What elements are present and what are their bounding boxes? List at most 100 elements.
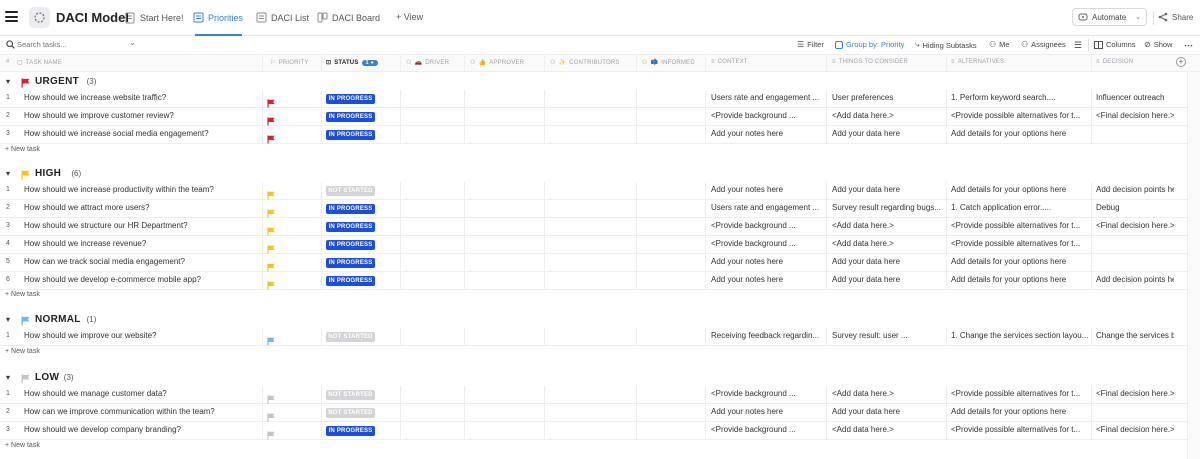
alternatives-cell[interactable]: <Provide possible alternatives for t... [951, 425, 1088, 434]
things-cell[interactable]: User preferences [832, 93, 944, 102]
things-cell[interactable]: <Add data here.> [832, 425, 944, 434]
decision-cell[interactable]: Add decision points here [1096, 185, 1174, 194]
add-view-button[interactable]: + View [396, 12, 423, 22]
col-driver[interactable]: ⚇ 🚗 DRIVER [406, 59, 449, 67]
automate-button[interactable]: Automate ⌄ [1072, 8, 1147, 26]
group-by-button[interactable]: Group by: Priority [835, 40, 904, 49]
decision-cell[interactable]: Influencer outreach [1096, 93, 1174, 102]
tab-daci-list[interactable]: DACI List [256, 12, 309, 23]
context-cell[interactable]: Receiving feedback regardin... [711, 331, 823, 340]
task-row[interactable]: 1 How should we manage customer data? NOT … [0, 386, 1200, 404]
col-approver[interactable]: ⚇ 👍 APPROVER [470, 59, 524, 67]
chevron-down-icon[interactable]: ⌄ [129, 38, 136, 47]
task-row[interactable]: 2 How should we attract more users? IN PRO… [0, 200, 1200, 218]
task-row[interactable]: 2 How should we improve customer review? I… [0, 108, 1200, 126]
caret-down-icon[interactable]: ▾ [6, 77, 10, 86]
decision-cell[interactable]: Add decision points here [1096, 275, 1174, 284]
menu-icon[interactable] [5, 11, 18, 22]
alternatives-cell[interactable]: Add details for your options here [951, 185, 1088, 194]
decision-cell[interactable]: Change the services block [1096, 331, 1174, 340]
task-name[interactable]: How should we structure our HR Departmen… [24, 221, 188, 230]
tab-daci-board[interactable]: DACI Board [317, 12, 380, 23]
decision-cell[interactable]: <Final decision here.> [1096, 389, 1174, 398]
context-cell[interactable]: Add your notes here [711, 257, 823, 266]
task-name[interactable]: How can we track social media engagement… [24, 257, 185, 266]
alternatives-cell[interactable]: <Provide possible alternatives for t... [951, 111, 1088, 120]
tab-priorities[interactable]: Priorities [193, 12, 243, 23]
col-divider[interactable] [946, 55, 947, 71]
col-priority[interactable]: ⚐ PRIORITY [270, 59, 309, 67]
priority-flag-icon[interactable] [267, 427, 275, 445]
task-name[interactable]: How should we attract more users? [24, 203, 149, 212]
status-badge[interactable]: NOT STARTED [326, 332, 375, 342]
priority-flag-icon[interactable] [267, 131, 275, 149]
status-badge[interactable]: IN PROGRESS [326, 276, 375, 286]
context-cell[interactable]: <Provide background ... [711, 425, 823, 434]
col-divider[interactable] [705, 55, 706, 71]
priority-flag-icon[interactable] [267, 277, 275, 295]
status-badge[interactable]: NOT STARTED [326, 186, 375, 196]
col-divider[interactable] [636, 55, 637, 71]
status-badge[interactable]: IN PROGRESS [326, 204, 375, 214]
caret-down-icon[interactable]: ▾ [6, 315, 10, 324]
columns-button[interactable]: Columns [1094, 40, 1136, 49]
status-badge[interactable]: IN PROGRESS [326, 222, 375, 232]
col-alternatives[interactable]: ≡ ALTERNATIVES [951, 59, 1004, 65]
task-name[interactable]: How should we increase website traffic? [24, 93, 166, 102]
things-cell[interactable]: Survey result regarding bugs... [832, 203, 944, 212]
col-contributors[interactable]: ⚇ ✨ CONTRIBUTORS [550, 59, 620, 67]
status-badge[interactable]: NOT STARTED [326, 408, 375, 418]
col-task-name[interactable]: ▢ TASK NAME [17, 59, 62, 67]
search-input[interactable] [17, 38, 127, 51]
things-cell[interactable]: <Add data here.> [832, 239, 944, 248]
priority-flag-icon[interactable] [267, 333, 275, 351]
col-divider[interactable] [321, 55, 322, 71]
col-divider[interactable] [262, 55, 263, 71]
task-name[interactable]: How should we develop e-commerce mobile … [24, 275, 201, 284]
things-cell[interactable]: Add your data here [832, 129, 944, 138]
task-row[interactable]: 1 How should we increase productivity wit… [0, 182, 1200, 200]
alternatives-cell[interactable]: <Provide possible alternatives for t... [951, 239, 1088, 248]
task-row[interactable]: 6 How should we develop e-commerce mobile… [0, 272, 1200, 290]
task-name[interactable]: How should we improve customer review? [24, 111, 174, 120]
things-cell[interactable]: Add your data here [832, 275, 944, 284]
decision-cell[interactable]: <Final decision here.> [1096, 221, 1174, 230]
task-name[interactable]: How should we improve our website? [24, 331, 157, 340]
alternatives-cell[interactable]: 1. Catch application error..... [951, 203, 1088, 212]
tab-start-here[interactable]: Start Here! [125, 12, 184, 24]
alternatives-cell[interactable]: Add details for your options here [951, 407, 1088, 416]
col-context[interactable]: ≡ CONTEXT [711, 59, 748, 65]
context-cell[interactable]: <Provide background ... [711, 389, 823, 398]
things-cell[interactable]: Add your data here [832, 257, 944, 266]
task-row[interactable]: 3 How should we develop company branding?… [0, 422, 1200, 440]
context-cell[interactable]: Add your notes here [711, 407, 823, 416]
col-things[interactable]: ≡ THINGS TO CONSIDER [832, 59, 908, 65]
context-cell[interactable]: <Provide background ... [711, 221, 823, 230]
things-cell[interactable]: Add your data here [832, 185, 944, 194]
group-header-urgent[interactable]: ▾ URGENT (3) [0, 72, 1200, 90]
context-cell[interactable]: <Provide background ... [711, 239, 823, 248]
status-badge[interactable]: IN PROGRESS [326, 426, 375, 436]
things-cell[interactable]: Add your data here [832, 407, 944, 416]
caret-down-icon[interactable]: ▾ [6, 169, 10, 178]
filter-button[interactable]: ☰ Filter [797, 40, 824, 49]
task-name[interactable]: How should we manage customer data? [24, 389, 167, 398]
context-cell[interactable]: Users rate and engagement ... [711, 93, 823, 102]
alternatives-cell[interactable]: <Provide possible alternatives for t... [951, 389, 1088, 398]
col-divider[interactable] [464, 55, 465, 71]
alternatives-cell[interactable]: Add details for your options here [951, 129, 1088, 138]
subtasks-button[interactable]: ⤷ Hiding Subtasks [915, 40, 977, 50]
more-icon[interactable]: ⋯ [1184, 40, 1193, 51]
status-badge[interactable]: IN PROGRESS [326, 240, 375, 250]
group-header-normal[interactable]: ▾ NORMAL (1) [0, 310, 1200, 328]
new-task-button[interactable]: + New task [5, 291, 40, 298]
task-name[interactable]: How should we develop company branding? [24, 425, 181, 434]
add-column-icon[interactable]: + [1176, 57, 1186, 67]
status-badge[interactable]: IN PROGRESS [326, 94, 375, 104]
new-task-button[interactable]: + New task [5, 348, 40, 355]
col-divider[interactable] [826, 55, 827, 71]
things-cell[interactable]: <Add data here.> [832, 389, 944, 398]
col-status[interactable]: ⊡ STATUS 1 ● [326, 59, 379, 66]
decision-cell[interactable]: <Final decision here.> [1096, 425, 1174, 434]
context-cell[interactable]: Add your notes here [711, 129, 823, 138]
